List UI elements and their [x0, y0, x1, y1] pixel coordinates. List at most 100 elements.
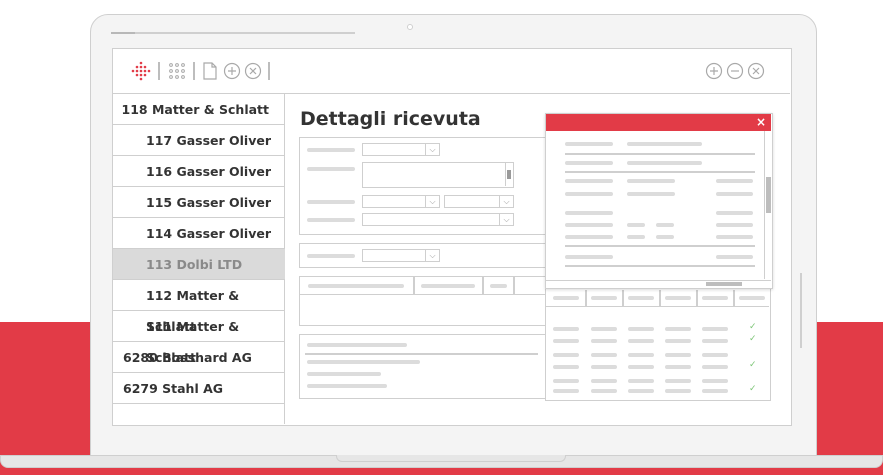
divider	[565, 265, 755, 267]
list-item[interactable]: 6279 Stahl AG	[113, 373, 285, 404]
field-label	[307, 200, 355, 204]
toolbar-separator	[193, 62, 195, 80]
toolbar-separator	[268, 62, 270, 80]
list-item[interactable]: 111 Matter & Schlatt	[113, 311, 285, 365]
chevron-down-icon: ⌵	[425, 248, 439, 262]
camera-icon	[407, 24, 413, 30]
list-item[interactable]: 114 Gasser Oliver	[113, 218, 285, 249]
scrollbar-thumb[interactable]	[706, 282, 742, 286]
list-item-label: 6279 Stahl AG	[123, 381, 224, 396]
notes-line	[307, 372, 381, 376]
list-item[interactable]: 118 Matter & Schlatt	[113, 94, 285, 125]
check-icon: ✓	[749, 360, 757, 370]
column-divider	[696, 290, 698, 307]
close-icon[interactable]: ×	[756, 114, 766, 131]
check-icon: ✓	[749, 322, 757, 332]
divider	[565, 245, 755, 247]
column-divider	[482, 277, 484, 295]
chevron-down-icon: ⌵	[499, 194, 513, 208]
field-label	[307, 148, 355, 152]
add-icon[interactable]	[705, 62, 723, 80]
toolbar-separator	[158, 62, 160, 80]
column-divider	[585, 290, 587, 307]
table-header-row	[300, 277, 545, 295]
table-header-cell	[421, 284, 475, 288]
chevron-down-icon: ⌵	[425, 142, 439, 156]
list-item-label: 117 Gasser Oliver	[146, 133, 271, 148]
notes-line	[307, 384, 387, 388]
column-divider	[513, 277, 515, 295]
table-header-cell	[308, 284, 404, 288]
list-item-label: 6280 Bosshard AG	[123, 350, 252, 365]
close-icon[interactable]	[747, 62, 765, 80]
notes-section	[299, 334, 547, 399]
list-item-label: 118 Matter & Schlatt	[121, 102, 270, 117]
receipt-list: 118 Matter & Schlatt 117 Gasser Oliver 1…	[113, 94, 285, 424]
check-icon: ✓	[749, 334, 757, 344]
horizontal-scrollbar[interactable]	[546, 280, 771, 288]
table-header-cell	[591, 296, 617, 300]
popup-content	[546, 131, 763, 279]
table-row[interactable]	[546, 349, 769, 361]
list-item[interactable]: 116 Gasser Oliver	[113, 156, 285, 187]
popup-titlebar: ×	[546, 114, 771, 131]
camera-line	[111, 32, 355, 34]
table-row[interactable]: ✓	[546, 323, 769, 335]
dropdown-field[interactable]: ⌵	[444, 194, 514, 208]
dropdown-field[interactable]: ⌵	[362, 142, 440, 156]
column-divider	[622, 290, 624, 307]
chevron-down-icon: ⌵	[499, 212, 513, 226]
popup-window: ×	[545, 113, 773, 289]
table-header-cell	[702, 296, 728, 300]
table-row[interactable]: ✓	[546, 361, 769, 373]
scrollbar-thumb[interactable]	[766, 177, 771, 213]
dropdown-field[interactable]: ⌵	[362, 212, 514, 226]
scrollbar[interactable]	[505, 163, 513, 186]
text-area-field[interactable]	[362, 162, 514, 188]
table-header-cell	[628, 296, 654, 300]
list-item[interactable]: 6280 Bosshard AG	[113, 342, 285, 373]
divider	[565, 153, 755, 155]
field-label	[307, 254, 355, 258]
column-divider	[733, 290, 735, 307]
grid-icon[interactable]	[168, 62, 186, 80]
dropdown-field[interactable]: ⌵	[362, 194, 440, 208]
list-item-selected[interactable]: 113 Dolbi LTD	[113, 249, 285, 280]
list-item-label: 114 Gasser Oliver	[146, 226, 271, 241]
table-header-cell	[490, 284, 507, 288]
list-item[interactable]: 115 Gasser Oliver	[113, 187, 285, 218]
close-icon[interactable]	[244, 62, 262, 80]
table-row[interactable]: ✓	[546, 385, 769, 397]
vertical-scrollbar[interactable]	[764, 131, 772, 279]
list-item-label: 113 Dolbi LTD	[146, 257, 243, 272]
notes-line	[307, 360, 420, 364]
remove-icon[interactable]	[726, 62, 744, 80]
table-header-cell	[553, 296, 579, 300]
form-section-filter: ⌵	[299, 243, 547, 268]
dropdown-field[interactable]: ⌵	[362, 248, 440, 262]
list-item[interactable]: 117 Gasser Oliver	[113, 125, 285, 156]
side-table: ✓ ✓ ✓ ✓	[545, 279, 771, 401]
divider	[800, 273, 802, 348]
chevron-down-icon: ⌵	[425, 194, 439, 208]
divider	[305, 353, 538, 355]
page-title: Dettagli ricevuta	[300, 108, 481, 130]
app-window: 118 Matter & Schlatt 117 Gasser Oliver 1…	[112, 48, 802, 426]
logo-icon[interactable]	[130, 60, 152, 82]
table-header-cell	[739, 296, 765, 300]
list-item-label: 116 Gasser Oliver	[146, 164, 271, 179]
field-label	[307, 167, 355, 171]
data-table	[299, 276, 547, 326]
column-divider	[659, 290, 661, 307]
notes-heading	[307, 343, 407, 347]
divider	[565, 171, 755, 173]
table-header-cell	[665, 296, 691, 300]
table-row[interactable]: ✓	[546, 335, 769, 347]
list-item[interactable]: 112 Matter & Schlatt	[113, 280, 285, 334]
new-document-icon[interactable]	[202, 62, 218, 80]
list-item-label: 115 Gasser Oliver	[146, 195, 271, 210]
camera-line-accent	[111, 32, 135, 34]
add-icon[interactable]	[223, 62, 241, 80]
scrollbar-thumb[interactable]	[507, 170, 511, 179]
field-label	[307, 218, 355, 222]
